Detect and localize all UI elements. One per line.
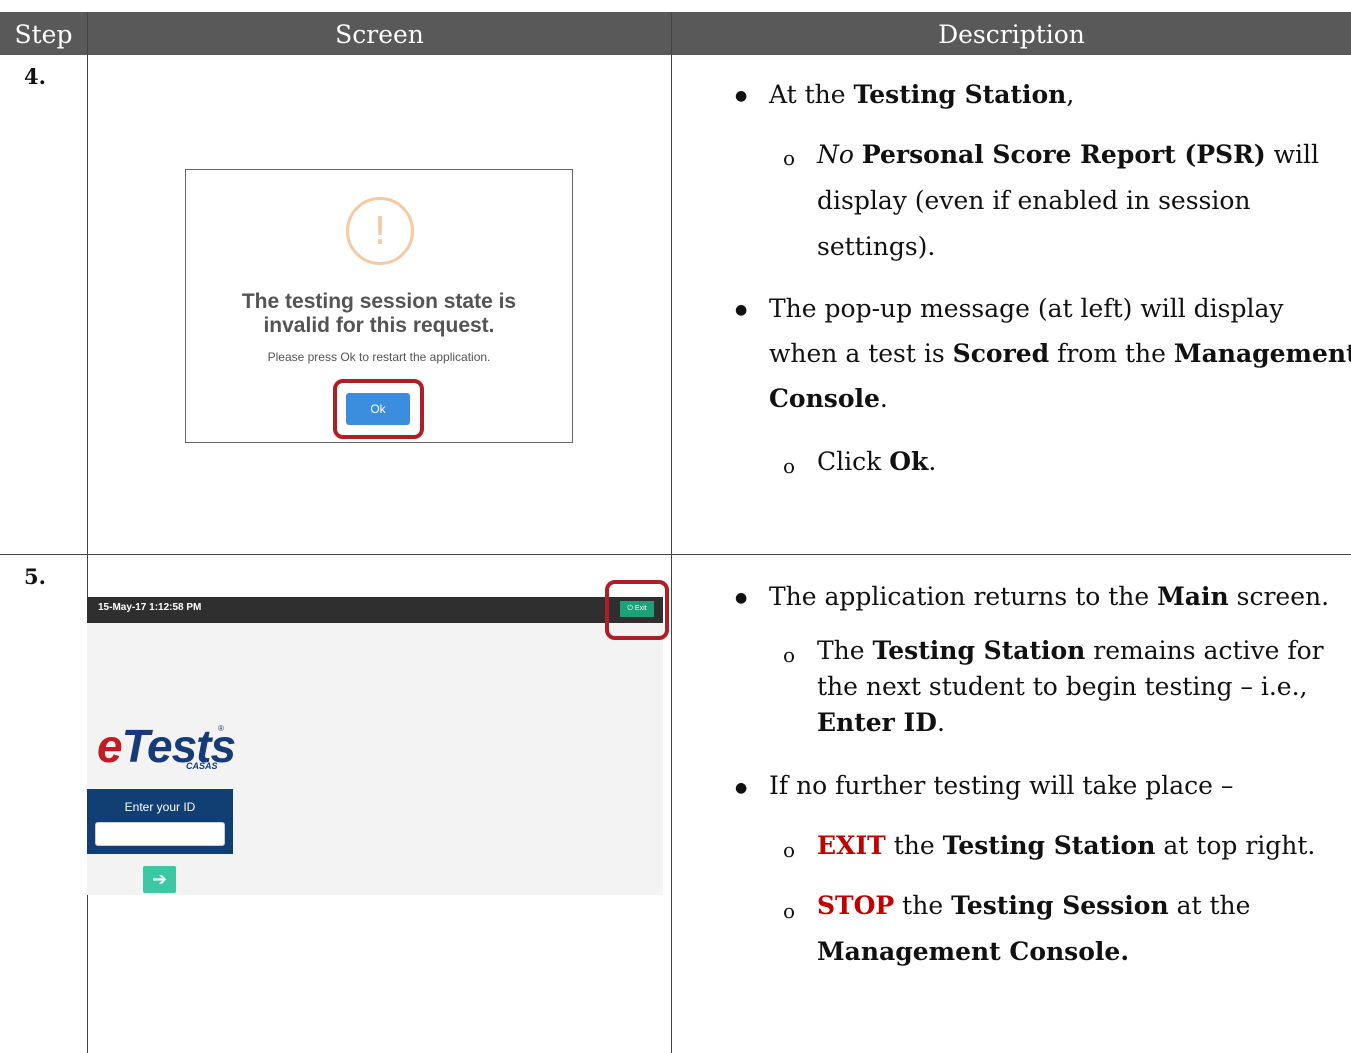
header-description: Description (672, 12, 1351, 55)
step-number: 5. (24, 564, 46, 589)
header-step: Step (0, 12, 87, 55)
row-divider (0, 554, 1351, 555)
desc-line: the next student to begin testing – i.e.… (817, 672, 1308, 701)
dialog-message: Please press Ok to restart the applicati… (267, 350, 491, 364)
desc-line: STOP the Testing Session at the (817, 891, 1251, 920)
sub-bullet-icon: o (783, 899, 796, 923)
desc-line: Management Console. (817, 937, 1130, 966)
sub-bullet-icon: o (783, 454, 796, 478)
dialog-title: The testing session state is invalid for… (186, 290, 572, 338)
sub-bullet-icon: o (783, 146, 796, 170)
desc-line: If no further testing will take place – (769, 771, 1234, 800)
step-number: 4. (24, 64, 46, 89)
desc-line: The Testing Station remains active for (817, 636, 1324, 665)
datetime-label: 15-May-17 1:12:58 PM (98, 602, 202, 613)
registered-mark: ® (218, 724, 224, 733)
dialog-title-line1: The testing session state is (241, 290, 517, 313)
bullet-icon: ● (735, 88, 748, 104)
arrow-right-icon[interactable]: ➔ (143, 866, 176, 893)
exclamation-mark: ! (372, 209, 388, 253)
desc-line: The application returns to the Main scre… (769, 582, 1330, 611)
desc-line: Enter ID. (817, 708, 945, 737)
header-screen: Screen (88, 12, 671, 55)
column-divider (87, 12, 88, 1053)
id-input[interactable] (95, 822, 225, 846)
highlight-box (333, 379, 424, 439)
dialog-title-line2: invalid for this request. (263, 314, 495, 337)
desc-line: EXIT the Testing Station at top right. (817, 831, 1316, 860)
desc-line: Console. (769, 384, 888, 413)
sub-bullet-icon: o (783, 643, 796, 667)
bullet-icon: ● (735, 302, 748, 318)
desc-line: Click Ok. (817, 447, 937, 476)
desc-line: settings). (817, 232, 936, 261)
bullet-icon: ● (735, 780, 748, 796)
column-divider (671, 12, 672, 1053)
id-label: Enter your ID (124, 800, 196, 814)
desc-line: The pop-up message (at left) will displa… (769, 294, 1284, 323)
desc-line: display (even if enabled in session (817, 186, 1251, 215)
casas-logo-text: CASAS (186, 761, 218, 771)
warning-icon: ! (346, 197, 414, 265)
desc-line: No Personal Score Report (PSR) will (817, 140, 1320, 169)
bullet-icon: ● (735, 590, 748, 606)
highlight-box (605, 580, 669, 640)
sub-bullet-icon: o (783, 838, 796, 862)
desc-line: At the Testing Station, (769, 80, 1075, 109)
desc-line: when a test is Scored from the Managemen… (769, 339, 1351, 368)
